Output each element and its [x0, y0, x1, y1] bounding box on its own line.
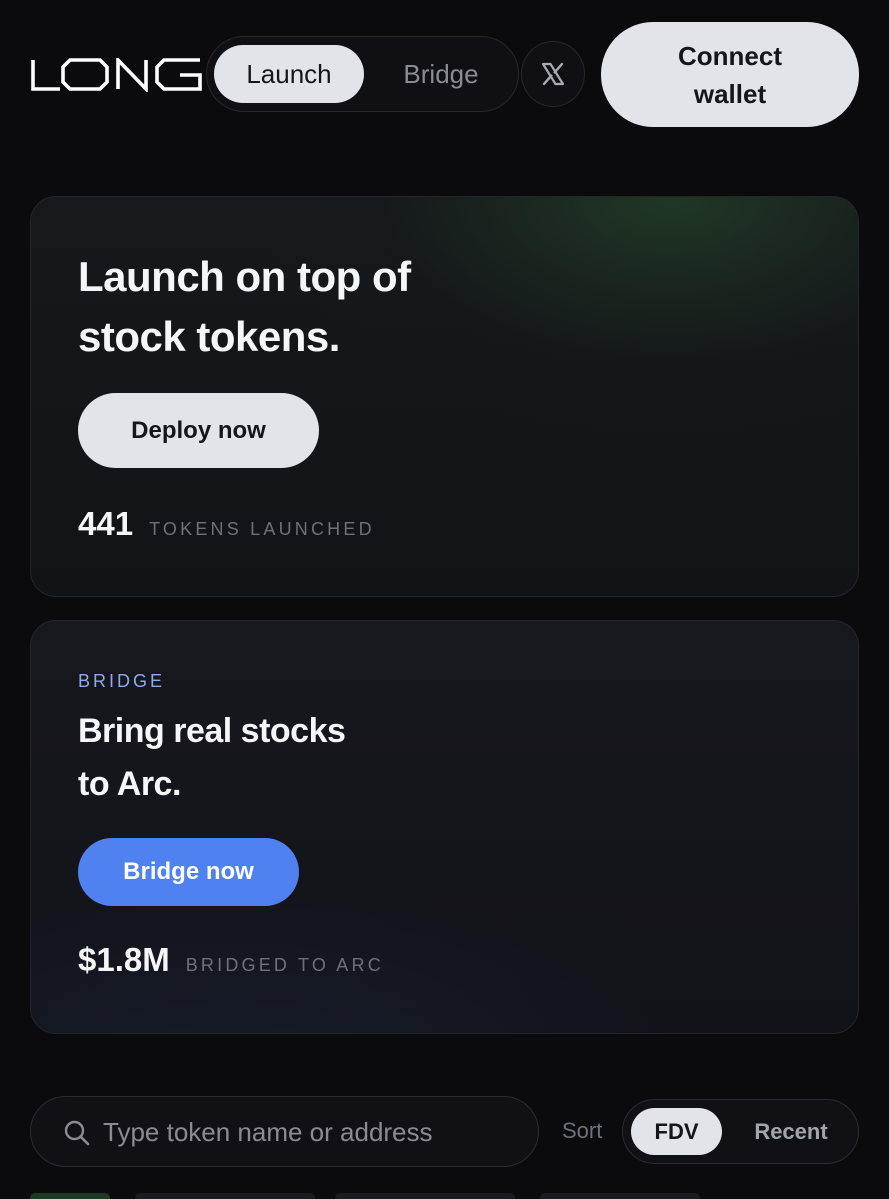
- launch-title-line1: Launch on top of: [78, 253, 411, 300]
- sort-label: Sort: [562, 1118, 603, 1143]
- next-row-peek: [540, 1193, 700, 1199]
- bridge-title-line1: Bring real stocks: [78, 712, 346, 750]
- next-row-peek: [30, 1193, 110, 1199]
- next-row-peek: [135, 1193, 315, 1199]
- launch-card-title: Launch on top of stock tokens.: [78, 247, 498, 367]
- nav-tabs: Launch Bridge: [206, 36, 519, 112]
- x-social-button[interactable]: [521, 41, 585, 107]
- bridge-now-button[interactable]: Bridge now: [78, 838, 299, 906]
- long-logo[interactable]: [30, 58, 204, 92]
- tab-bridge[interactable]: Bridge: [367, 45, 515, 103]
- deploy-now-button[interactable]: Deploy now: [78, 393, 319, 468]
- connect-label-line2: wallet: [693, 78, 767, 109]
- sort-option-fdv[interactable]: FDV: [631, 1108, 722, 1155]
- bridge-title-line2: to Arc.: [78, 765, 181, 803]
- connect-label-line1: Connect: [678, 40, 782, 71]
- search-input[interactable]: [103, 1109, 523, 1155]
- connect-wallet-button[interactable]: Connect wallet: [601, 22, 859, 127]
- bridge-eyebrow: BRIDGE: [78, 671, 166, 691]
- bridged-stat: $1.8M BRIDGED TO ARC: [78, 941, 384, 979]
- launch-title-line2: stock tokens.: [78, 313, 340, 360]
- top-bar: Launch Bridge Connect wallet: [0, 0, 889, 150]
- token-search: [30, 1096, 539, 1167]
- tokens-launched-label: TOKENS LAUNCHED: [149, 519, 375, 539]
- sort-toggle: FDV Recent: [622, 1099, 859, 1164]
- bridged-value: $1.8M: [78, 941, 170, 978]
- launch-card: Launch on top of stock tokens. Deploy no…: [30, 196, 859, 597]
- bridged-label: BRIDGED TO ARC: [185, 955, 384, 975]
- bridge-card: BRIDGE Bring real stocks to Arc. Bridge …: [30, 620, 859, 1034]
- sort-option-recent[interactable]: Recent: [731, 1108, 851, 1155]
- tokens-launched-stat: 441 TOKENS LAUNCHED: [78, 505, 375, 543]
- x-twitter-icon: [541, 62, 565, 86]
- next-row-peek: [335, 1193, 515, 1199]
- search-icon: [64, 1120, 90, 1146]
- tokens-launched-value: 441: [78, 505, 134, 542]
- tab-launch[interactable]: Launch: [214, 45, 364, 103]
- bridge-card-title: Bring real stocks to Arc.: [78, 705, 438, 811]
